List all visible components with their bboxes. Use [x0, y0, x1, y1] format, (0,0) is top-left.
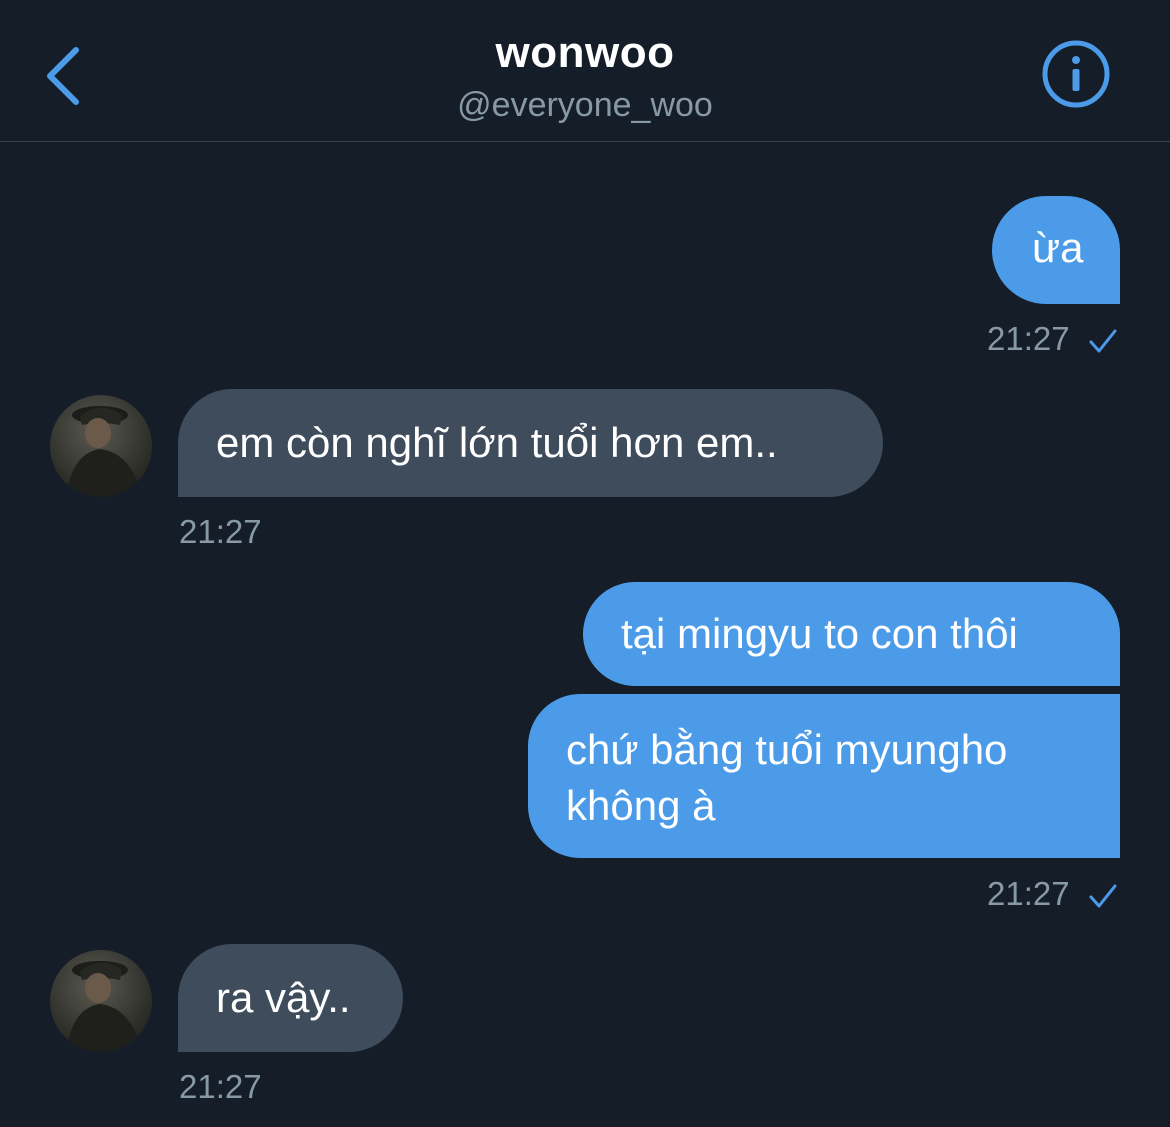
message-timestamp: 21:27	[987, 875, 1070, 912]
contact-name: wonwoo	[495, 28, 675, 77]
avatar[interactable]	[50, 950, 152, 1052]
message-text: ừa	[1032, 224, 1084, 271]
avatar[interactable]	[50, 395, 152, 497]
avatar-photo	[66, 961, 142, 1052]
message-text: tại mingyu to con thôi	[621, 610, 1018, 657]
message-text: em còn nghĩ lớn tuổi hơn em..	[216, 419, 778, 466]
contact-handle: @everyone_woo	[457, 86, 713, 124]
message-bubble-sent[interactable]: tại mingyu to con thôi	[583, 582, 1120, 686]
message-timestamp: 21:27	[179, 513, 262, 550]
message-bubble-sent[interactable]: ừa	[992, 196, 1120, 304]
checkmark-icon	[1089, 329, 1117, 353]
conversation-header: wonwoo @everyone_woo	[0, 0, 1170, 142]
message-text-line: không à	[566, 782, 716, 829]
message-timestamp: 21:27	[987, 320, 1070, 357]
message-timestamp: 21:27	[179, 1068, 262, 1105]
info-button[interactable]	[1040, 38, 1112, 110]
avatar-photo	[66, 406, 142, 497]
message-text-line: chứ bằng tuổi myungho	[566, 726, 1008, 773]
message-bubble-received[interactable]: ra vậy..	[178, 944, 403, 1052]
message-bubble-sent[interactable]: chứ bằng tuổi myungho không à	[528, 694, 1120, 858]
message-bubble-received[interactable]: em còn nghĩ lớn tuổi hơn em..	[178, 389, 883, 497]
checkmark-icon	[1089, 884, 1117, 908]
info-icon	[1042, 40, 1110, 108]
message-text: ra vậy..	[216, 974, 351, 1021]
